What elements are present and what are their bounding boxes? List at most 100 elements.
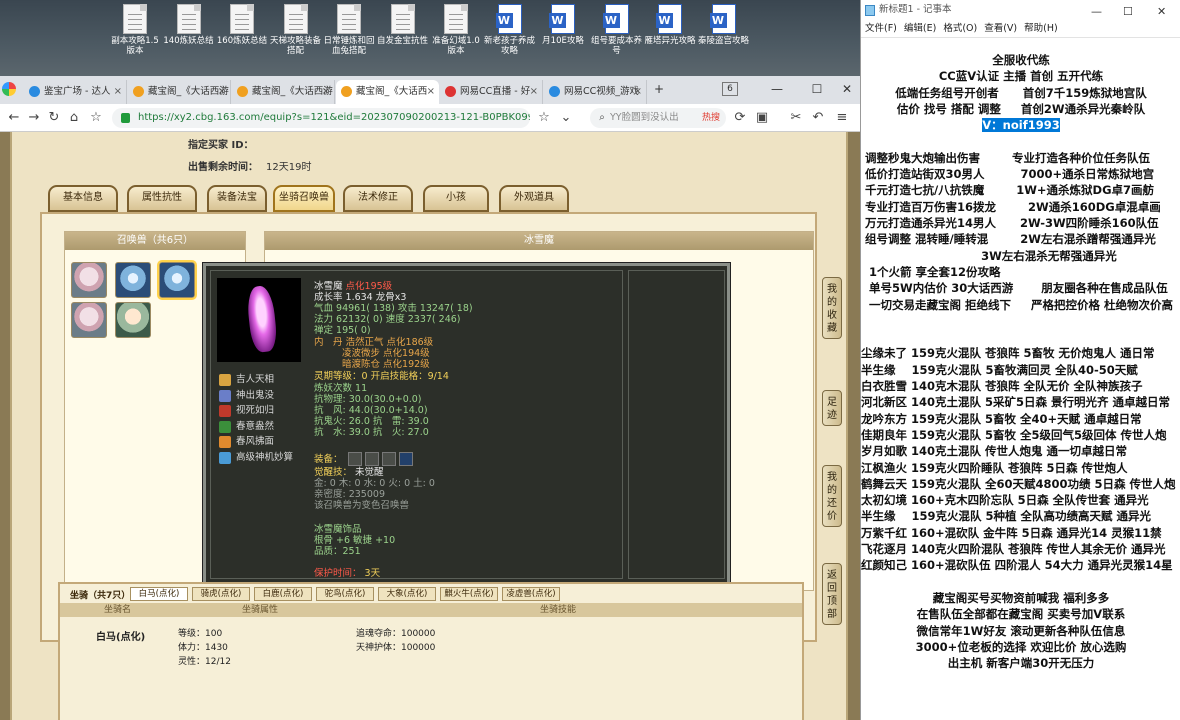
tab-close-icon[interactable]: × bbox=[427, 80, 435, 104]
tooltip-side bbox=[628, 270, 725, 579]
notepad-line: 佳期良年 159克火混队 5畜牧 全5级回气5级回体 传世人炮 bbox=[861, 427, 1180, 443]
tab-count-badge[interactable]: 6 bbox=[722, 82, 738, 96]
close-icon[interactable]: ✕ bbox=[1157, 2, 1166, 22]
side-button[interactable]: 足迹 bbox=[822, 390, 842, 426]
browser-tab[interactable]: 网易CC直播 - 好 × bbox=[440, 80, 543, 104]
notepad-line: 河北新区 140克土混队 5采矿5日森 景行明光齐 通卓越日常 bbox=[861, 394, 1180, 410]
browser-tab[interactable]: 藏宝阁_《大话西 × bbox=[336, 80, 439, 104]
pet-skill[interactable]: 吉人天相 bbox=[219, 373, 274, 387]
favorite-icon[interactable]: ☆ bbox=[534, 108, 554, 128]
time-left-value: 12天19时 bbox=[266, 162, 312, 173]
pet-thumb-selected[interactable] bbox=[157, 260, 197, 300]
desktop-file-icon[interactable]: W 组号要成本养号 bbox=[590, 4, 644, 56]
pet-skill[interactable]: 视死如归 bbox=[219, 404, 274, 418]
notepad-line: 千元打造七抗/八抗铁魔 1W+通杀炼狱DG卓7画舫 bbox=[861, 182, 1180, 198]
pet-skill[interactable]: 神出鬼没 bbox=[219, 389, 274, 403]
desktop-file-icon[interactable]: W 新老孩子养成攻略 bbox=[483, 4, 537, 56]
notepad-title: 新标题1 - 记事本 bbox=[879, 4, 952, 15]
equip-slot[interactable] bbox=[382, 452, 396, 466]
side-button[interactable]: 返回顶部 bbox=[822, 563, 842, 625]
game-tab[interactable]: 外观道具 bbox=[499, 185, 569, 212]
notepad-menu-item[interactable]: 编辑(E) bbox=[904, 23, 936, 34]
browser-maximize-icon[interactable]: ☐ bbox=[806, 80, 828, 98]
notepad-text[interactable]: 全服收代练 CC蓝V认证 主播 首创 五开代练 低端任务组号开创者 首创7千159炼… bbox=[861, 38, 1180, 720]
menu-icon[interactable]: ≡ bbox=[832, 108, 852, 128]
tab-close-icon[interactable]: × bbox=[114, 80, 122, 104]
desktop-file-icon[interactable]: 160炼妖总结 bbox=[215, 4, 269, 46]
desktop-file-icon[interactable]: 副本攻略1.5版本 bbox=[108, 4, 162, 56]
pet-skill[interactable]: 高级神机妙算 bbox=[219, 451, 293, 465]
browser-close-icon[interactable]: ✕ bbox=[836, 80, 858, 98]
notepad-menu-item[interactable]: 格式(O) bbox=[943, 23, 977, 34]
game-tab[interactable]: 法术修正 bbox=[343, 185, 413, 212]
side-button[interactable]: 我的收藏 bbox=[822, 277, 842, 339]
browser-tab[interactable]: 网易CC视频_游戏 × bbox=[544, 80, 647, 104]
game-tab[interactable]: 属性抗性 bbox=[127, 185, 197, 212]
tab-label: 网易CC直播 - 好 bbox=[460, 86, 531, 97]
tab-close-icon[interactable]: × bbox=[530, 80, 538, 104]
game-tab[interactable]: 装备法宝 bbox=[207, 185, 267, 212]
dropdown-icon[interactable]: ⌄ bbox=[556, 108, 576, 128]
back-icon[interactable]: ← bbox=[4, 108, 24, 128]
browser-logo-icon[interactable] bbox=[2, 82, 16, 96]
new-tab-icon[interactable]: + bbox=[648, 80, 670, 98]
notepad-line-text: 万元打造通杀异光14男人 2W-3W四阶睡杀160队伍 bbox=[861, 216, 1159, 230]
tab-close-icon[interactable]: × bbox=[634, 80, 642, 104]
desktop-file-icon[interactable]: W 雁塔异光攻略 bbox=[643, 4, 697, 46]
mount-tab[interactable]: 驼鸟(点化) bbox=[316, 587, 374, 601]
desktop-file-icon[interactable]: W 秦陵盗宫攻略 bbox=[697, 4, 751, 46]
pet-thumb[interactable] bbox=[115, 302, 151, 338]
minimize-icon[interactable]: — bbox=[1091, 2, 1102, 22]
equip-slot[interactable] bbox=[399, 452, 413, 466]
equip-slot[interactable] bbox=[348, 452, 362, 466]
forward-icon[interactable]: → bbox=[24, 108, 44, 128]
notepad-menu-item[interactable]: 文件(F) bbox=[865, 23, 897, 34]
desktop-file-icon[interactable]: 140炼妖总结 bbox=[162, 4, 216, 46]
browser-tab[interactable]: 藏宝阁_《大话西游 × bbox=[232, 80, 335, 104]
mount-tab[interactable]: 大象(点化) bbox=[378, 587, 436, 601]
mount-tab[interactable]: 麒火牛(点化) bbox=[440, 587, 498, 601]
mount-tab[interactable]: 白马(点化) bbox=[130, 587, 188, 601]
desktop-file-icon[interactable]: 准备幻域1.0版本 bbox=[429, 4, 483, 56]
browser-tab[interactable]: 藏宝阁_《大话西游 × bbox=[128, 80, 231, 104]
notepad-line-text: 佳期良年 159克火混队 5畜牧 全5级回气5级回体 传世人炮 bbox=[861, 427, 1167, 442]
game-tab[interactable]: 坐骑召唤兽 bbox=[273, 185, 335, 212]
mount-tab[interactable]: 骑虎(点化) bbox=[192, 587, 250, 601]
mount-tab[interactable]: 凌虚兽(点化) bbox=[502, 587, 560, 601]
tab-close-icon[interactable]: × bbox=[322, 80, 330, 104]
pet-thumb[interactable] bbox=[71, 302, 107, 338]
notepad-menu-item[interactable]: 查看(V) bbox=[984, 23, 1017, 34]
url-field[interactable]: https://xy2.cbg.163.com/equip?s=121&eid=… bbox=[112, 108, 530, 128]
bookmark-star-icon[interactable]: ☆ bbox=[86, 108, 106, 128]
pet-thumb[interactable] bbox=[115, 262, 151, 298]
tab-close-icon[interactable]: × bbox=[218, 80, 226, 104]
pet-skill[interactable]: 春风拂面 bbox=[219, 435, 274, 449]
desktop-file-icon[interactable]: 天梯攻略装备搭配 bbox=[269, 4, 323, 56]
maximize-icon[interactable]: ☐ bbox=[1123, 2, 1133, 22]
home-icon[interactable]: ⌂ bbox=[64, 108, 84, 128]
desktop-file-label: 140炼妖总结 bbox=[163, 36, 214, 46]
pet-skill[interactable]: 春意盎然 bbox=[219, 420, 274, 434]
mount-tab[interactable]: 白鹿(点化) bbox=[254, 587, 312, 601]
browser-tab[interactable]: 鉴宝广场 - 达人 × bbox=[24, 80, 127, 104]
side-button[interactable]: 我的还价 bbox=[822, 465, 842, 527]
pet-dan-2: 凌波微步 点化194级 bbox=[342, 348, 430, 359]
equip-slot[interactable] bbox=[365, 452, 379, 466]
game-tab[interactable]: 小孩 bbox=[423, 185, 489, 212]
desktop-file-icon[interactable]: 自发金宝抗性 bbox=[376, 4, 430, 46]
desktop-file-icon[interactable]: W 月10E攻略 bbox=[536, 4, 590, 46]
undo-icon[interactable]: ↶ bbox=[808, 108, 828, 128]
scissors-icon[interactable]: ✂ bbox=[786, 108, 806, 128]
refresh-icon[interactable]: ⟳ bbox=[730, 108, 750, 128]
reload-icon[interactable]: ↻ bbox=[44, 108, 64, 128]
notepad-line: 龙吟东方 159克火混队 5畜牧 全40+天赋 通卓越日常 bbox=[861, 411, 1180, 427]
desktop-file-icon[interactable]: 日常锤炼和回血兔搭配 bbox=[322, 4, 376, 56]
extension-icon[interactable]: ▣ bbox=[752, 108, 772, 128]
game-tab[interactable]: 基本信息 bbox=[48, 185, 118, 212]
pet-thumb[interactable] bbox=[71, 262, 107, 298]
pet-resist-3: 抗鬼火: 26.0 抗 雷: 39.0 bbox=[314, 416, 429, 427]
notepad-menu-item[interactable]: 帮助(H) bbox=[1024, 23, 1058, 34]
desktop-file-label: 日常锤炼和回血兔搭配 bbox=[323, 36, 375, 56]
search-field[interactable]: ⌕ YY脸圆到没认出 热搜 bbox=[590, 108, 726, 128]
browser-minimize-icon[interactable]: — bbox=[766, 80, 788, 98]
